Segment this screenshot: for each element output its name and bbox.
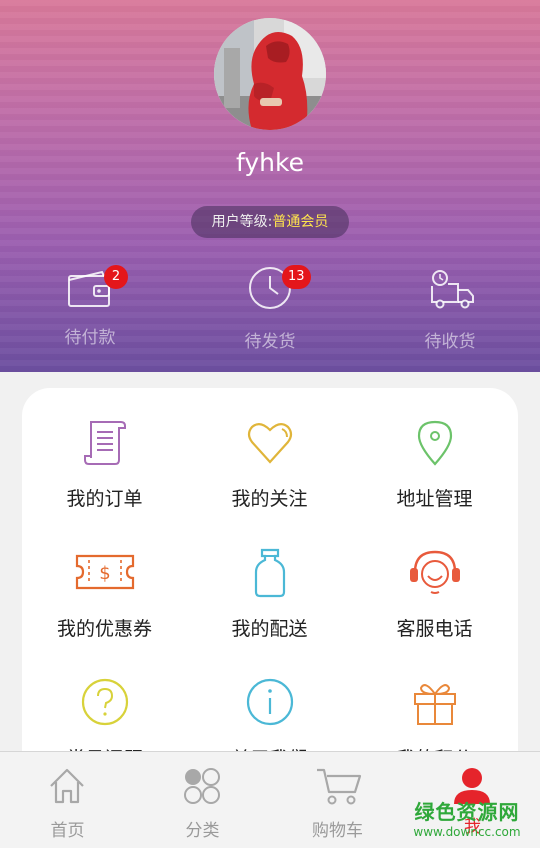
watermark-en: www.downcc.com [413, 825, 521, 839]
svg-text:$: $ [99, 563, 110, 584]
member-level-badge: 用户等级:普通会员 [191, 206, 349, 238]
home-icon [45, 764, 89, 808]
username: fyhke [236, 148, 304, 177]
location-pin-icon [409, 416, 461, 468]
heart-icon [244, 416, 296, 468]
menu-customer-service-phone[interactable]: 客服电话 [352, 518, 517, 648]
tab-category-label: 分类 [185, 821, 220, 841]
order-pending-payment[interactable]: 2 待付款 [0, 260, 180, 360]
customer-service-icon [409, 546, 461, 598]
question-icon [79, 676, 131, 728]
tab-home-label: 首页 [50, 821, 85, 841]
coupon-icon: $ [75, 546, 135, 598]
info-icon [244, 676, 296, 728]
order-pending-shipment[interactable]: 13 待发货 [180, 260, 360, 360]
delivery-truck-icon [428, 268, 476, 316]
menu-my-orders-label: 我的订单 [66, 488, 143, 510]
menu-my-coupons[interactable]: $ 我的优惠券 [22, 518, 187, 648]
avatar[interactable] [214, 18, 326, 130]
pending-shipment-count: 13 [282, 265, 311, 289]
gift-icon [409, 676, 461, 728]
pending-payment-count: 2 [104, 265, 128, 289]
menu-customer-service-phone-label: 客服电话 [396, 618, 473, 640]
menu-my-follows-label: 我的关注 [231, 488, 308, 510]
tab-category[interactable]: 分类 [135, 752, 270, 848]
order-pending-shipment-label: 待发货 [244, 332, 296, 352]
service-menu-card: 我的订单 我的关注 地址管理 $ 我的优惠券 我的配送 客服电话 [22, 388, 518, 808]
menu-my-follows[interactable]: 我的关注 [187, 388, 352, 518]
category-icon [180, 764, 224, 808]
menu-address-management-label: 地址管理 [396, 488, 473, 510]
menu-address-management[interactable]: 地址管理 [352, 388, 517, 518]
tab-cart-label: 购物车 [312, 821, 363, 841]
bottle-icon [244, 546, 296, 598]
menu-my-coupons-label: 我的优惠券 [56, 618, 152, 640]
order-list-icon [79, 416, 131, 468]
watermark-cn: 绿色资源网 [414, 800, 520, 824]
member-level-value: 普通会员 [272, 214, 329, 230]
cart-icon [315, 764, 362, 808]
tab-home[interactable]: 首页 [0, 752, 135, 848]
order-pending-receipt-label: 待收货 [424, 332, 476, 352]
tab-cart[interactable]: 购物车 [270, 752, 405, 848]
member-level-label: 用户等级: [211, 214, 273, 230]
menu-my-delivery[interactable]: 我的配送 [187, 518, 352, 648]
watermark: 绿色资源网 www.downcc.com [402, 796, 532, 839]
menu-my-orders[interactable]: 我的订单 [22, 388, 187, 518]
menu-my-delivery-label: 我的配送 [231, 618, 308, 640]
profile-header: fyhke 用户等级:普通会员 2 待付款 13 待发货 待收货 [0, 0, 540, 372]
order-pending-payment-label: 待付款 [64, 328, 116, 348]
order-pending-receipt[interactable]: 待收货 [360, 260, 540, 360]
avatar-photo [214, 18, 326, 130]
